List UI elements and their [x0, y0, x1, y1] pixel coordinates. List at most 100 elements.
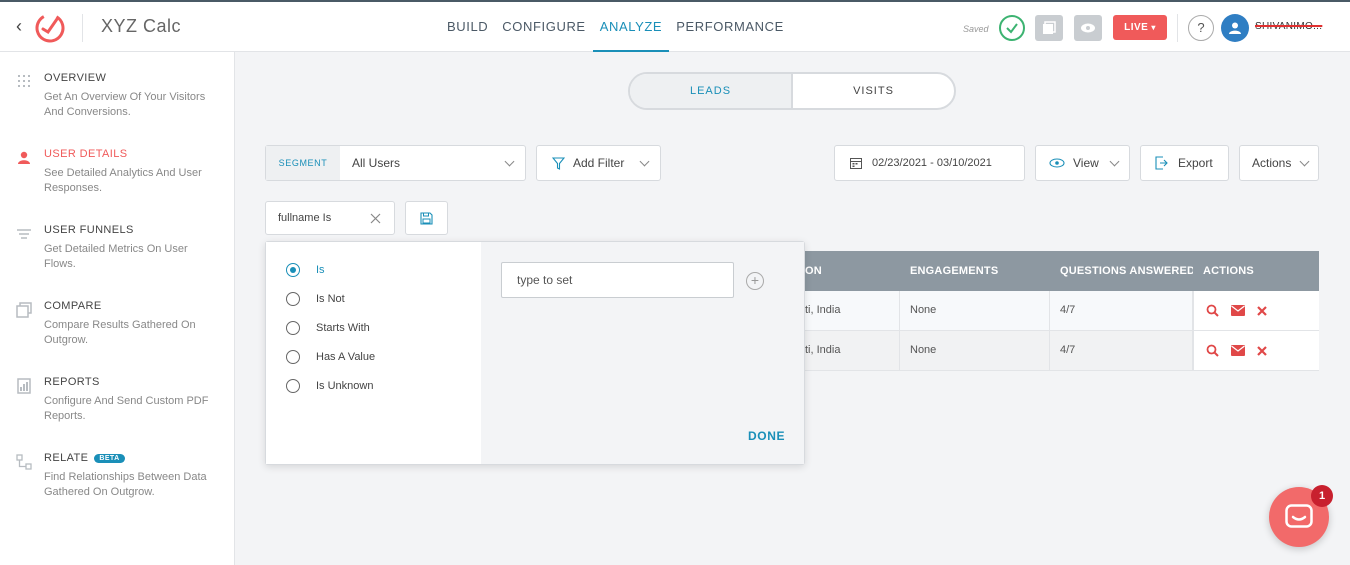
- saved-status: Saved: [963, 24, 989, 34]
- option-is-not[interactable]: Is Not: [286, 291, 345, 307]
- app-title[interactable]: XYZ Calc: [101, 16, 181, 37]
- beta-badge: BETA: [94, 454, 125, 463]
- search-icon[interactable]: [1206, 304, 1219, 317]
- grid-icon: [18, 75, 30, 87]
- notification-badge: 1: [1311, 485, 1333, 507]
- avatar[interactable]: [1221, 14, 1249, 42]
- add-value-icon[interactable]: +: [746, 272, 764, 290]
- location-cell: ti, India: [795, 331, 900, 370]
- sidebar-item-desc: Compare Results Gathered On Outgrow.: [44, 319, 196, 346]
- mail-icon[interactable]: [1231, 345, 1245, 356]
- radio-button[interactable]: [286, 263, 300, 277]
- answered-cell: 4/7: [1050, 331, 1193, 370]
- sidebar-item-overview[interactable]: OVERVIEW Get An Overview Of Your Visitor…: [0, 72, 235, 142]
- relate-icon: [16, 454, 32, 470]
- preview-button[interactable]: [1074, 15, 1102, 41]
- option-is[interactable]: Is: [286, 262, 325, 278]
- sidebar-item-user-details[interactable]: USER DETAILS See Detailed Analytics And …: [0, 148, 235, 218]
- sidebar-item-desc: Get An Overview Of Your Visitors And Con…: [44, 91, 206, 118]
- export-button[interactable]: Export: [1140, 145, 1229, 181]
- sidebar: OVERVIEW Get An Overview Of Your Visitor…: [0, 52, 235, 565]
- divider: [82, 14, 83, 42]
- radio-button[interactable]: [286, 350, 300, 364]
- duplicate-button[interactable]: [1035, 15, 1063, 41]
- nav-configure[interactable]: CONFIGURE: [495, 2, 592, 52]
- active-filter-chip[interactable]: fullname Is: [265, 201, 395, 235]
- save-icon: [420, 211, 433, 225]
- actions-cell: [1193, 331, 1319, 370]
- filter-value-input[interactable]: [501, 262, 734, 298]
- view-button[interactable]: View: [1035, 145, 1130, 181]
- outgrow-logo-icon[interactable]: [34, 11, 66, 43]
- radio-button[interactable]: [286, 379, 300, 393]
- tab-visits[interactable]: VISITS: [793, 74, 954, 108]
- funnel-icon: [17, 229, 31, 239]
- eye-icon: [1081, 23, 1095, 33]
- sidebar-item-title: OVERVIEW: [44, 72, 107, 84]
- live-button[interactable]: LIVE ▾: [1113, 15, 1167, 40]
- column-header[interactable]: QUESTIONS ANSWERED: [1050, 251, 1193, 291]
- close-icon[interactable]: [370, 213, 381, 224]
- sidebar-item-title: COMPARE: [44, 300, 102, 312]
- nav-performance[interactable]: PERFORMANCE: [669, 2, 791, 52]
- actions-cell: [1193, 291, 1319, 330]
- column-header[interactable]: ENGAGEMENTS: [900, 251, 1050, 291]
- nav-build[interactable]: BUILD: [440, 2, 495, 52]
- column-header: ACTIONS: [1203, 265, 1254, 277]
- segment-value: All Users: [352, 156, 401, 170]
- reports-icon: [17, 378, 31, 394]
- chat-icon: [1285, 504, 1313, 528]
- date-range-picker[interactable]: 02/23/2021 - 03/10/2021: [834, 145, 1025, 181]
- sidebar-item-desc: Get Detailed Metrics On User Flows.: [44, 243, 188, 270]
- username[interactable]: SHIVANIMO...: [1255, 21, 1322, 32]
- option-is-unknown[interactable]: Is Unknown: [286, 378, 373, 394]
- save-filter-button[interactable]: [405, 201, 448, 235]
- leads-visits-toggle: LEADS VISITS: [628, 72, 956, 110]
- location-cell: ti, India: [795, 291, 900, 330]
- column-header[interactable]: ON: [795, 251, 900, 291]
- radio-button[interactable]: [286, 292, 300, 306]
- chevron-down-icon: [1109, 156, 1120, 167]
- main-nav: BUILD CONFIGURE ANALYZE PERFORMANCE: [440, 2, 791, 52]
- segment-select[interactable]: SEGMENT All Users: [265, 145, 526, 181]
- table-header: ON ENGAGEMENTS QUESTIONS ANSWERED ACTION…: [795, 251, 1319, 291]
- tab-leads[interactable]: LEADS: [630, 74, 793, 108]
- option-has-a-value[interactable]: Has A Value: [286, 349, 375, 365]
- filter-icon: [552, 156, 565, 170]
- table-row[interactable]: ti, India None 4/7: [795, 331, 1319, 371]
- sidebar-item-reports[interactable]: REPORTS Configure And Send Custom PDF Re…: [0, 376, 235, 446]
- sidebar-item-title: REPORTS: [44, 376, 100, 388]
- check-circle-icon: [999, 15, 1025, 41]
- add-filter-button[interactable]: Add Filter: [536, 145, 661, 181]
- option-label: Is Not: [316, 293, 345, 305]
- divider: [1177, 14, 1178, 42]
- option-starts-with[interactable]: Starts With: [286, 320, 370, 336]
- actions-dropdown[interactable]: Actions: [1239, 145, 1319, 181]
- sidebar-item-compare[interactable]: COMPARE Compare Results Gathered On Outg…: [0, 300, 235, 370]
- nav-analyze[interactable]: ANALYZE: [592, 2, 670, 52]
- sidebar-item-user-funnels[interactable]: USER FUNNELS Get Detailed Metrics On Use…: [0, 224, 235, 294]
- delete-icon[interactable]: [1257, 345, 1267, 356]
- user-icon: [1229, 22, 1241, 34]
- mail-icon[interactable]: [1231, 305, 1245, 316]
- compare-icon: [16, 302, 32, 318]
- back-button[interactable]: ‹: [10, 16, 28, 36]
- option-label: Has A Value: [316, 351, 376, 363]
- engagements-cell: None: [900, 291, 1050, 330]
- answered-cell: 4/7: [1050, 291, 1193, 330]
- done-button[interactable]: DONE: [748, 429, 785, 443]
- top-bar: ‹ XYZ Calc BUILD CONFIGURE ANALYZE PERFO…: [0, 0, 1350, 52]
- filter-condition-panel: Is Is Not Starts With Has A Value Is Unk…: [265, 241, 805, 465]
- help-button[interactable]: ?: [1188, 15, 1214, 41]
- delete-icon[interactable]: [1257, 305, 1267, 316]
- export-icon: [1155, 156, 1168, 170]
- radio-button[interactable]: [286, 321, 300, 335]
- search-icon[interactable]: [1206, 344, 1219, 357]
- sidebar-item-desc: See Detailed Analytics And User Response…: [44, 167, 202, 194]
- sidebar-item-relate[interactable]: RELATE BETA Find Relationships Between Da…: [0, 452, 235, 522]
- sidebar-item-title: RELATE BETA: [44, 452, 125, 464]
- eye-icon: [1049, 158, 1065, 168]
- table-row[interactable]: ti, India None 4/7: [795, 291, 1319, 331]
- actions-label: Actions: [1252, 156, 1292, 170]
- copy-icon: [1043, 21, 1056, 34]
